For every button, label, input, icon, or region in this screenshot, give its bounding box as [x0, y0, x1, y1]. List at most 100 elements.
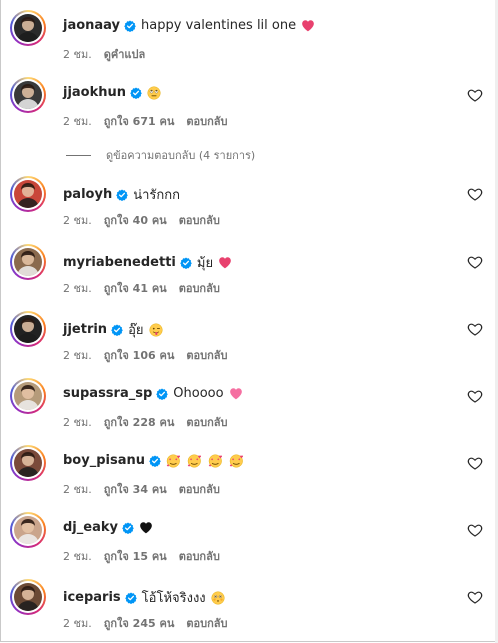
comment-username[interactable]: paloyh [63, 187, 112, 202]
comment-body: paloyh น่ารักกก [63, 184, 180, 205]
comment-like-count[interactable]: ถูกใจ 106 คน [104, 349, 175, 362]
comment-text: มุ้ย [196, 256, 214, 271]
reply-button[interactable]: ตอบกลับ [179, 282, 220, 295]
like-heart-icon[interactable] [467, 589, 483, 605]
comment-body: jjetrin อุ๊ย [63, 319, 163, 340]
comment-item: iceparis โอ้โห้จริงงง 2 ชม. ถูกใจ 245 คน ตอบ… [0, 579, 490, 639]
avatar-image [14, 516, 42, 544]
like-heart-icon[interactable] [467, 321, 483, 337]
comment-timestamp[interactable]: 2 ชม. [63, 349, 92, 362]
comment-username[interactable]: iceparis [63, 590, 121, 605]
comment-like-count[interactable]: ถูกใจ 40 คน [104, 214, 167, 227]
verified-badge-icon [149, 455, 161, 467]
verified-badge-icon [124, 592, 137, 604]
comment-like-count[interactable]: ถูกใจ 671 คน [104, 115, 175, 128]
comment-body: iceparis โอ้โห้จริงงง [63, 587, 225, 608]
avatar[interactable] [10, 10, 46, 46]
comment-timestamp[interactable]: 2 ชม. [63, 617, 92, 630]
comment-text: โอ้โห้จริงงง [141, 591, 206, 606]
avatar-image [14, 81, 42, 109]
comment-body: dj_eaky [63, 520, 153, 535]
avatar-image [14, 180, 42, 208]
comment-item: paloyh น่ารักกก 2 ชม. ถูกใจ 40 คน ตอบกลับ [0, 176, 490, 236]
comment-item: boy_pisanu 2 ชม. ถูกใจ 34 คน ตอบกลับ [0, 445, 490, 505]
face-rolling-eyes-emoji-icon [147, 85, 161, 100]
like-heart-icon[interactable] [467, 186, 483, 202]
like-heart-icon[interactable] [467, 455, 483, 471]
avatar[interactable] [10, 244, 46, 280]
comment-like-count[interactable]: ถูกใจ 34 คน [104, 483, 167, 496]
like-heart-icon[interactable] [467, 87, 483, 103]
comment-body: boy_pisanu [63, 453, 245, 468]
face-tongue-emoji-icon [149, 322, 163, 337]
view-replies-button[interactable]: ดูข้อความตอบกลับ (4 รายการ) [66, 146, 255, 164]
avatar[interactable] [10, 77, 46, 113]
comment-username[interactable]: supassra_sp [63, 386, 152, 401]
comment-item: myriabenedetti มุ้ย 2 ชม. ถูกใจ 41 คน ตอบกลั… [0, 244, 490, 304]
comment-meta: 2 ชม. ถูกใจ 671 คน ตอบกลับ [63, 112, 239, 130]
comment-text: น่ารักกก [133, 188, 180, 203]
verified-badge-icon [116, 189, 129, 201]
comment-username[interactable]: myriabenedetti [63, 255, 176, 270]
comment-timestamp[interactable]: 2 ชม. [63, 416, 92, 429]
like-heart-icon[interactable] [467, 388, 483, 404]
view-replies-label: ดูข้อความตอบกลับ (4 รายการ) [106, 149, 256, 162]
like-heart-icon[interactable] [467, 522, 483, 538]
avatar[interactable] [10, 311, 46, 347]
avatar[interactable] [10, 445, 46, 481]
comment-item: jjetrin อุ๊ย 2 ชม. ถูกใจ 106 คน ตอบกลับ [0, 311, 490, 371]
comment-timestamp[interactable]: 2 ชม. [63, 214, 92, 227]
comment-meta: 2 ชม. ถูกใจ 34 คน ตอบกลับ [63, 480, 232, 498]
face-flushed-emoji-icon [211, 590, 225, 605]
comment-username[interactable]: boy_pisanu [63, 453, 145, 468]
comment-like-count[interactable]: ถูกใจ 15 คน [104, 550, 167, 563]
reply-button[interactable]: ตอบกลับ [186, 115, 227, 128]
verified-badge-icon [111, 324, 123, 336]
comment-timestamp[interactable]: 2 ชม. [63, 550, 92, 563]
comment-item: jaonaay happy valentines lil one 2 ชม. ดูคำ… [0, 10, 490, 70]
heart-sparkle-emoji-icon [301, 19, 315, 32]
avatar-image [14, 382, 42, 410]
heart-black-emoji-icon [139, 521, 153, 534]
comment-like-count[interactable]: ถูกใจ 245 คน [104, 617, 175, 630]
comment-timestamp[interactable]: 2 ชม. [63, 48, 92, 61]
see-translation-button[interactable]: ดูคำแปล [104, 48, 146, 61]
like-heart-icon[interactable] [467, 254, 483, 270]
comment-item: supassra_sp Ohoooo 2 ชม. ถูกใจ 228 คน ตอบกลั… [0, 378, 490, 438]
reply-button[interactable]: ตอบกลับ [179, 550, 220, 563]
reply-button[interactable]: ตอบกลับ [179, 483, 220, 496]
comment-username[interactable]: jjaokhun [63, 85, 126, 100]
comment-timestamp[interactable]: 2 ชม. [63, 483, 92, 496]
verified-badge-icon [130, 87, 142, 99]
avatar-image [14, 14, 42, 42]
avatar[interactable] [10, 579, 46, 615]
comment-like-count[interactable]: ถูกใจ 228 คน [104, 416, 175, 429]
avatar-image [14, 315, 42, 343]
verified-badge-icon [180, 257, 192, 269]
avatar[interactable] [10, 176, 46, 212]
comment-meta: 2 ชม. ถูกใจ 228 คน ตอบกลับ [63, 413, 239, 431]
reply-button[interactable]: ตอบกลับ [186, 349, 227, 362]
comment-username[interactable]: jaonaay [63, 18, 120, 33]
reply-button[interactable]: ตอบกลับ [186, 416, 227, 429]
comment-text: อุ๊ย [128, 323, 144, 338]
comment-text: Ohoooo [173, 386, 224, 401]
comment-text: happy valentines lil one [141, 18, 297, 33]
comment-meta: 2 ชม. ถูกใจ 40 คน ตอบกลับ [63, 211, 232, 229]
comment-like-count[interactable]: ถูกใจ 41 คน [104, 282, 167, 295]
avatar-image [14, 248, 42, 276]
comment-username[interactable]: dj_eaky [63, 520, 118, 535]
avatar[interactable] [10, 378, 46, 414]
avatar[interactable] [10, 512, 46, 548]
comment-username[interactable]: jjetrin [63, 322, 107, 337]
verified-badge-icon [156, 388, 169, 400]
comment-meta: 2 ชม. ถูกใจ 41 คน ตอบกลับ [63, 279, 232, 297]
reply-button[interactable]: ตอบกลับ [186, 617, 227, 630]
comment-timestamp[interactable]: 2 ชม. [63, 282, 92, 295]
replies-divider [66, 154, 91, 156]
avatar-image [14, 583, 42, 611]
reply-button[interactable]: ตอบกลับ [179, 214, 220, 227]
avatar-image [14, 449, 42, 477]
comment-meta: 2 ชม. ถูกใจ 245 คน ตอบกลับ [63, 614, 239, 632]
comment-timestamp[interactable]: 2 ชม. [63, 115, 92, 128]
